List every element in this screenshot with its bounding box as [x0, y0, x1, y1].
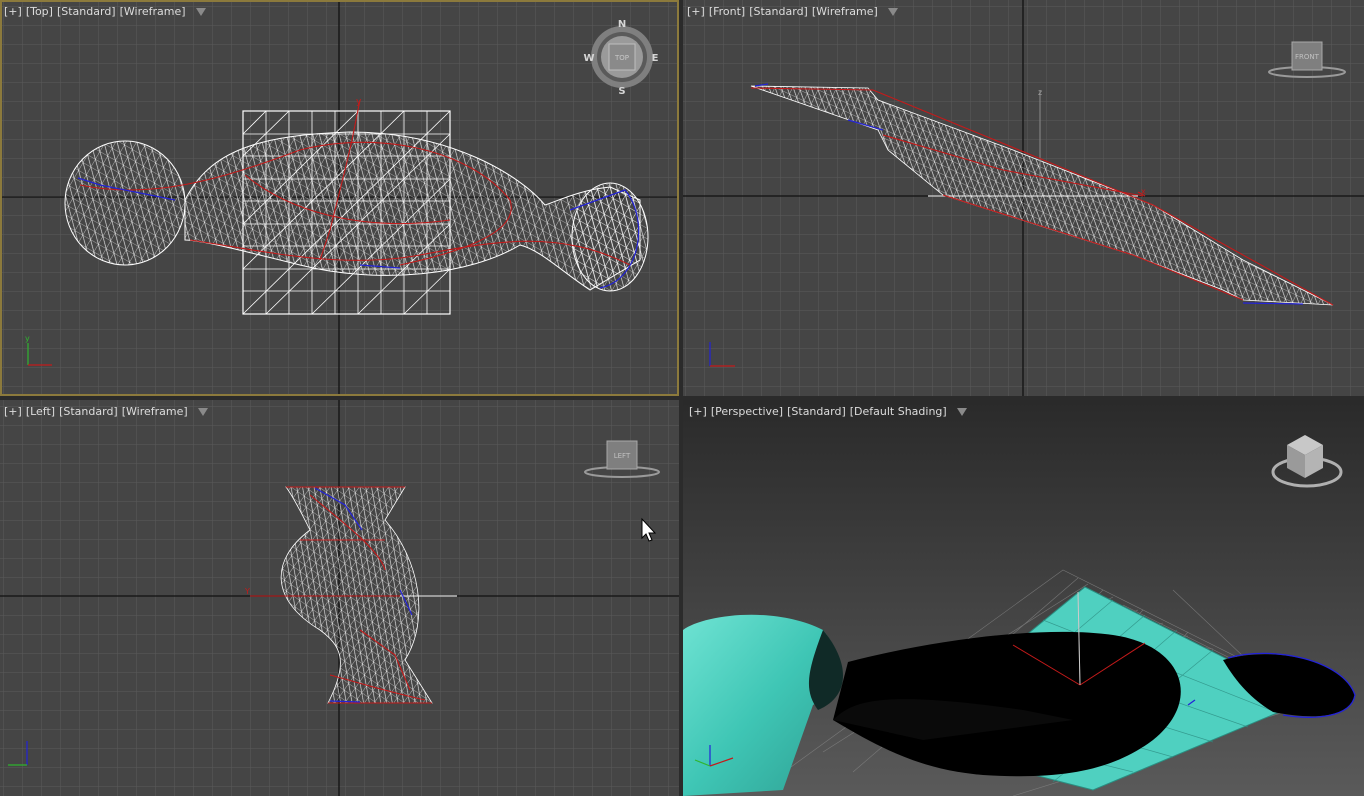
viewport-perspective-canvas[interactable] — [683, 400, 1364, 796]
viewport-menu-button[interactable]: [+] — [4, 405, 22, 418]
svg-text:y: y — [25, 334, 30, 343]
view-name-button[interactable]: [Perspective] — [711, 405, 783, 418]
viewport-perspective[interactable]: [+] [Perspective] [Standard] [Default Shadi… — [683, 400, 1364, 796]
viewport-top-label: [+] [Top] [Standard] [Wireframe] — [4, 5, 206, 18]
viewport-menu-button[interactable]: [+] — [689, 405, 707, 418]
svg-text:FRONT: FRONT — [1295, 53, 1320, 61]
shading-mode-button[interactable]: [Default Shading] — [850, 405, 947, 418]
view-name-button[interactable]: [Front] — [709, 5, 745, 18]
render-mode-button[interactable]: [Standard] — [57, 5, 116, 18]
shading-mode-button[interactable]: [Wireframe] — [122, 405, 188, 418]
viewport-left-canvas[interactable]: Y LEFT — [0, 400, 679, 796]
view-name-button[interactable]: [Left] — [26, 405, 55, 418]
svg-text:TOP: TOP — [614, 54, 629, 62]
render-mode-button[interactable]: [Standard] — [787, 405, 846, 418]
svg-text:N: N — [618, 19, 626, 30]
svg-text:W: W — [583, 53, 594, 64]
render-mode-button[interactable]: [Standard] — [749, 5, 808, 18]
svg-text:x: x — [1141, 187, 1146, 196]
svg-text:Y: Y — [244, 587, 250, 596]
view-name-button[interactable]: [Top] — [26, 5, 53, 18]
viewport-left-label: [+] [Left] [Standard] [Wireframe] — [4, 405, 208, 418]
svg-text:z: z — [1038, 88, 1042, 97]
viewport-front-canvas[interactable]: z x FRONT — [683, 0, 1364, 396]
svg-text:E: E — [652, 53, 659, 64]
shading-mode-button[interactable]: [Wireframe] — [120, 5, 186, 18]
filter-icon[interactable] — [197, 408, 208, 416]
viewport-left[interactable]: Y LEFT [+] [Left] [Standard] [Wireframe] — [0, 400, 679, 796]
viewport-menu-button[interactable]: [+] — [687, 5, 705, 18]
svg-text:LEFT: LEFT — [614, 452, 631, 460]
filter-icon[interactable] — [956, 408, 967, 416]
pivot-axis-label: y — [356, 97, 362, 107]
viewport-front[interactable]: z x FRONT [+] [Front] [Standard] [Wireframe… — [683, 0, 1364, 396]
render-mode-button[interactable]: [Standard] — [59, 405, 118, 418]
viewport-menu-button[interactable]: [+] — [4, 5, 22, 18]
shading-mode-button[interactable]: [Wireframe] — [812, 5, 878, 18]
viewport-front-label: [+] [Front] [Standard] [Wireframe] — [687, 5, 898, 18]
svg-text:S: S — [618, 86, 625, 97]
viewport-top[interactable]: y y TOP N S E W [+] [Top] [Standard] [Wiref… — [0, 0, 679, 396]
filter-icon[interactable] — [195, 8, 206, 16]
viewport-top-canvas[interactable]: y y TOP N S E W — [0, 0, 679, 396]
viewport-perspective-label: [+] [Perspective] [Standard] [Default Shadi… — [689, 405, 967, 418]
filter-icon[interactable] — [887, 8, 898, 16]
